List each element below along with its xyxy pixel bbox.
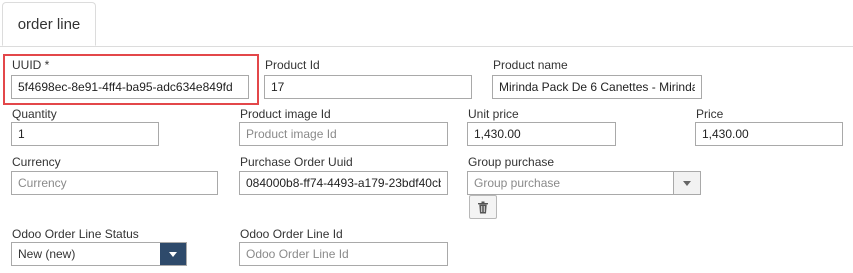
trash-icon [478,201,488,213]
chevron-down-icon [683,180,691,186]
currency-field[interactable] [11,171,218,195]
price-label: Price [696,107,724,121]
uuid-label: UUID * [12,58,50,72]
product-image-id-field[interactable] [239,122,448,146]
tab-bar: order line [0,0,853,47]
odoo-order-line-id-label: Odoo Order Line Id [240,227,343,241]
odoo-order-line-id-field[interactable] [239,242,448,266]
quantity-field[interactable] [11,122,159,146]
product-image-id-label: Product image Id [240,107,331,121]
price-field[interactable] [695,122,843,146]
purchase-order-uuid-field[interactable] [239,171,448,195]
odoo-order-line-status-label: Odoo Order Line Status [12,227,139,241]
tab-order-line[interactable]: order line [2,2,96,46]
unit-price-label: Unit price [468,107,519,121]
product-id-label: Product Id [265,58,320,72]
quantity-label: Quantity [12,107,57,121]
chevron-down-icon [169,251,177,257]
odoo-status-dropdown-button[interactable] [160,243,186,265]
group-purchase-dropdown-button[interactable] [673,172,700,194]
odoo-order-line-status-select[interactable]: New (new) [11,242,187,266]
currency-label: Currency [12,155,61,169]
purchase-order-uuid-label: Purchase Order Uuid [240,155,353,169]
odoo-order-line-status-value: New (new) [18,247,76,261]
unit-price-field[interactable] [467,122,616,146]
group-purchase-label: Group purchase [468,155,555,169]
delete-group-purchase-button[interactable] [469,195,497,219]
product-name-field[interactable] [492,75,702,99]
product-id-field[interactable] [264,75,472,99]
group-purchase-select[interactable]: Group purchase [467,171,701,195]
product-name-label: Product name [493,58,568,72]
group-purchase-placeholder: Group purchase [474,176,561,190]
uuid-field[interactable] [11,75,249,99]
